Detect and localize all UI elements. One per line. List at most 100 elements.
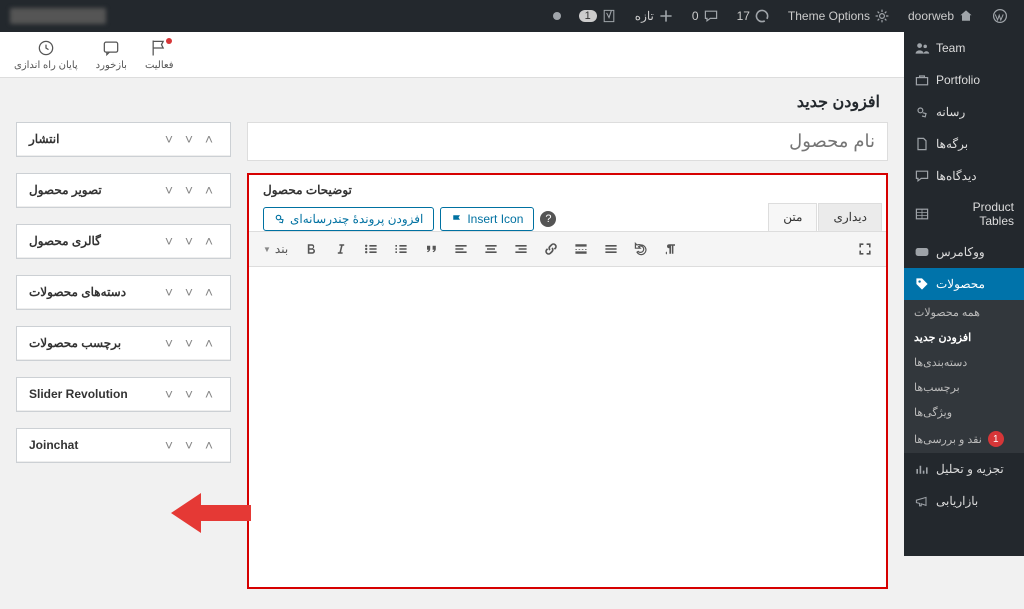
paragraph-format-select[interactable]: بند [257,240,294,258]
submenu-all-products[interactable]: همه محصولات [904,300,1024,325]
collapse-icon[interactable]: ˅ [160,182,178,198]
adminbar-updates-count: 17 [737,9,750,23]
metabox-joinchat: ˄˅˅Joinchat [16,428,231,463]
sidebar-item-portfolio[interactable]: Portfolio [904,64,1024,96]
bold-button[interactable] [298,236,324,262]
admin-side-menu: Team Portfolio رسانه برگه‌ها دیدگاه‌ها P… [904,32,1024,556]
editor-content-area[interactable] [249,267,886,507]
blockquote-button[interactable] [418,236,444,262]
italic-button[interactable] [328,236,354,262]
fullscreen-button[interactable] [852,236,878,262]
metabox-product-gallery: ˄˅˅گالری محصول [16,224,231,259]
collapse-icon[interactable]: ˅ [160,437,178,453]
move-down-icon[interactable]: ˅ [180,233,198,249]
adminbar-bullet[interactable] [547,0,567,32]
submenu-attributes[interactable]: ویژگی‌ها [904,400,1024,425]
sidebar-item-comments[interactable]: دیدگاه‌ها [904,160,1024,192]
tab-visual[interactable]: دیداری [818,203,882,231]
align-center-button[interactable] [478,236,504,262]
adminbar-howdy-blur[interactable]: howdy user [10,8,106,24]
sidebar-item-marketing[interactable]: بازاریابی [904,485,1024,517]
move-down-icon[interactable]: ˅ [180,131,198,147]
move-down-icon[interactable]: ˅ [180,386,198,402]
adminbar-comments[interactable]: 0 [686,0,725,32]
sidebar-item-product-tables[interactable]: Product Tables [904,192,1024,236]
submenu-tags[interactable]: برچسب‌ها [904,375,1024,400]
media-icon [914,104,930,120]
move-up-icon[interactable]: ˄ [200,233,218,249]
link-button[interactable] [538,236,564,262]
collapse-icon[interactable]: ˅ [160,284,178,300]
move-up-icon[interactable]: ˄ [200,386,218,402]
collapse-icon[interactable]: ˅ [160,233,178,249]
admin-bar: doorweb Theme Options 17 0 تازه 1 howdy … [0,0,1024,32]
move-down-icon[interactable]: ˅ [180,182,198,198]
plus-icon [658,8,674,24]
media-mini-icon [274,213,286,225]
readmore-button[interactable] [568,236,594,262]
submenu-categories[interactable]: دسته‌بندی‌ها [904,350,1024,375]
submenu-reviews[interactable]: 1نقد و بررسی‌ها [904,425,1024,453]
align-right-button[interactable] [508,236,534,262]
adminbar-wp-logo[interactable] [986,0,1014,32]
main-column: توضیحات محصول دیداری متن ? Insert Icon ا… [247,122,888,589]
chart-icon [914,461,930,477]
move-down-icon[interactable]: ˅ [180,335,198,351]
align-left-button[interactable] [448,236,474,262]
yoast-icon [601,8,617,24]
add-media-button[interactable]: افزودن پروندهٔ چندرسانه‌ای [263,207,434,231]
content-wrap: فعالیت بازخورد پایان راه اندازی افزودن ج… [0,32,904,609]
collapse-icon[interactable]: ˅ [160,335,178,351]
chat-icon [101,38,121,58]
adminbar-new[interactable]: تازه [629,0,680,32]
undo-button[interactable] [628,236,654,262]
paragraph-dir-button[interactable] [658,236,684,262]
collapse-icon[interactable]: ˅ [160,131,178,147]
move-down-icon[interactable]: ˅ [180,437,198,453]
sidebar-item-pages[interactable]: برگه‌ها [904,128,1024,160]
toolbar-finish-setup[interactable]: پایان راه اندازی [14,38,78,71]
move-up-icon[interactable]: ˄ [200,182,218,198]
adminbar-updates[interactable]: 17 [731,0,776,32]
metabox-product-categories: ˄˅˅دسته‌های محصولات [16,275,231,310]
move-up-icon[interactable]: ˄ [200,131,218,147]
side-column: ˄˅˅انتشار ˄˅˅تصویر محصول ˄˅˅گالری محصول … [16,122,231,536]
editor-panel-label: توضیحات محصول [263,183,352,197]
users-icon [914,40,930,56]
toolbar-activity[interactable]: فعالیت [145,38,174,71]
flag-icon [149,38,169,58]
sidebar-item-media[interactable]: رسانه [904,96,1024,128]
clock-icon [36,38,56,58]
align-justify-button[interactable] [598,236,624,262]
adminbar-notif[interactable]: 1 [573,0,623,32]
adminbar-theme-options[interactable]: Theme Options [782,0,896,32]
ol-button[interactable] [388,236,414,262]
reviews-count-badge: 1 [988,431,1004,447]
move-up-icon[interactable]: ˄ [200,335,218,351]
move-up-icon[interactable]: ˄ [200,284,218,300]
home-icon [958,8,974,24]
move-down-icon[interactable]: ˅ [180,284,198,300]
comment-icon [703,8,719,24]
move-up-icon[interactable]: ˄ [200,437,218,453]
briefcase-icon [914,72,930,88]
adminbar-home[interactable]: doorweb [902,0,980,32]
collapse-icon[interactable]: ˅ [160,386,178,402]
table-icon [914,206,930,222]
sidebar-item-team[interactable]: Team [904,32,1024,64]
sidebar-item-analytics[interactable]: تجزیه و تحلیل [904,453,1024,485]
local-toolbar: فعالیت بازخورد پایان راه اندازی [0,32,904,78]
product-title-input[interactable] [247,122,888,161]
sidebar-item-woocommerce[interactable]: ووکامرس [904,236,1024,268]
submenu-add-new[interactable]: افزودن جدید [904,325,1024,350]
page-icon [914,136,930,152]
products-submenu: همه محصولات افزودن جدید دسته‌بندی‌ها برچ… [904,300,1024,453]
help-icon[interactable]: ? [540,211,556,227]
insert-icon-button[interactable]: Insert Icon [440,207,534,231]
ul-button[interactable] [358,236,384,262]
tab-text[interactable]: متن [768,203,817,231]
adminbar-notif-count: 1 [579,10,597,22]
toolbar-feedback[interactable]: بازخورد [96,38,127,71]
sidebar-item-products[interactable]: محصولات [904,268,1024,300]
annotation-arrow [36,493,251,536]
